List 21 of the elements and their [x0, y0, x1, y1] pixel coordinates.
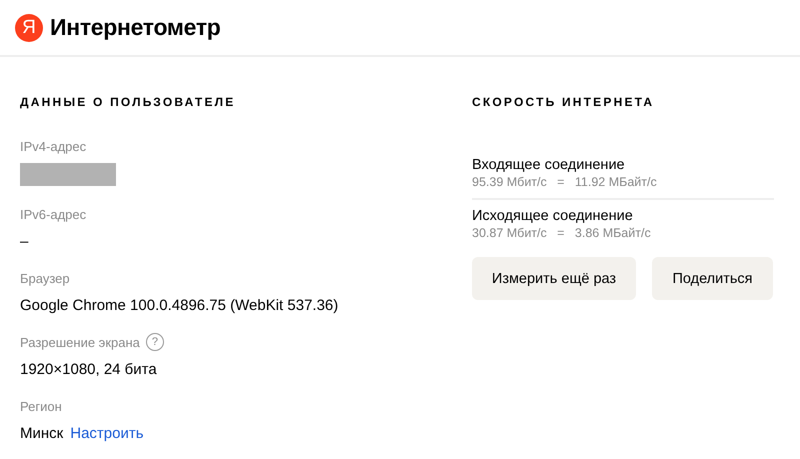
connection-name: Входящее соединение — [472, 157, 626, 173]
connection-name: Исходящее соединение — [472, 208, 634, 224]
field-value: Google Chrome 100.0.4896.75 (WebKit 537.36) — [20, 297, 338, 314]
share-button[interactable]: Поделиться — [652, 257, 773, 300]
settings-link[interactable]: Настроить — [70, 425, 144, 442]
section-title: ДАННЫЕ О ПОЛЬЗОВАТЕЛЕ — [20, 95, 236, 109]
help-icon[interactable]: ? — [146, 333, 164, 351]
field-value: – — [20, 233, 28, 250]
field-label: IPv4-адрес — [20, 138, 86, 154]
connection-speed: 30.87 Мбит/с = 3.86 МБайт/с — [472, 226, 652, 240]
field-label: Браузер — [20, 270, 70, 286]
field-label: Регион — [20, 398, 62, 414]
remeasure-button[interactable]: Измерить ещё раз — [472, 257, 636, 300]
field-label: IPv6-адрес — [20, 206, 86, 222]
field-value: 1920×1080, 24 бита — [20, 361, 157, 378]
field-value: Минск — [20, 425, 64, 442]
logo[interactable]: Я — [15, 14, 43, 42]
connection-speed: 95.39 Мбит/с = 11.92 МБайт/с — [472, 175, 658, 189]
page-title: Интернетометр — [50, 14, 221, 41]
section-title: СКОРОСТЬ ИНТЕРНЕТА — [472, 95, 656, 109]
field-label: Разрешение экрана — [20, 334, 140, 350]
